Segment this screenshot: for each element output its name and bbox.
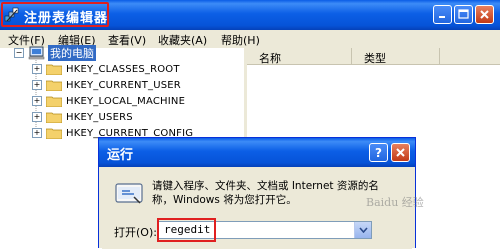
minimize-icon <box>439 16 445 18</box>
run-dialog: 运行 ? 请键入程序、文件夹、文档或 Internet 资源的名 称，Windo… <box>98 137 416 249</box>
help-button[interactable]: ? <box>369 143 388 162</box>
input-highlight-box <box>157 218 216 242</box>
tree-item-label: HKEY_USERS <box>66 111 133 123</box>
watermark: Baidu 经验 <box>366 196 424 209</box>
close-icon <box>480 10 489 19</box>
maximize-button[interactable] <box>454 5 473 24</box>
title-highlight-box <box>1 2 109 27</box>
help-icon: ? <box>375 145 382 160</box>
close-icon <box>396 148 405 157</box>
expand-icon[interactable]: + <box>32 112 42 122</box>
column-header-name[interactable]: 名称 <box>247 48 352 65</box>
dropdown-button[interactable] <box>354 222 371 238</box>
menu-favorites[interactable]: 收藏夹(A) <box>158 32 207 48</box>
run-dialog-title: 运行 <box>107 148 134 163</box>
run-description-line: 称，Windows 将为您打开它。 <box>152 194 297 206</box>
minimize-button[interactable] <box>433 5 452 24</box>
tree-item[interactable]: + HKEY_CLASSES_ROOT <box>32 61 180 77</box>
tree-item-label: HKEY_LOCAL_MACHINE <box>66 95 186 107</box>
tree-root-label: 我的电脑 <box>48 45 96 61</box>
folder-icon <box>46 64 62 75</box>
expand-icon[interactable]: + <box>32 96 42 106</box>
folder-icon <box>46 96 62 107</box>
run-description-line: 请键入程序、文件夹、文档或 Internet 资源的名 <box>152 180 379 192</box>
tree-item[interactable]: + HKEY_LOCAL_MACHINE <box>32 93 185 109</box>
folder-icon <box>46 80 62 91</box>
run-description: 请键入程序、文件夹、文档或 Internet 资源的名 称，Windows 将为… <box>152 179 402 207</box>
tree-item-label: HKEY_CLASSES_ROOT <box>66 63 180 75</box>
collapse-icon[interactable]: − <box>14 48 24 58</box>
column-header-type[interactable]: 类型 <box>352 48 440 65</box>
chevron-down-icon <box>358 227 368 233</box>
run-dialog-title-bar[interactable]: 运行 ? <box>99 138 415 167</box>
expand-icon[interactable]: + <box>32 80 42 90</box>
open-label: 打开(O): <box>114 226 157 239</box>
tree-item[interactable]: + HKEY_CURRENT_USER <box>32 77 181 93</box>
tree-item-label: HKEY_CURRENT_USER <box>66 79 181 91</box>
tree-item[interactable]: + HKEY_USERS <box>32 109 133 125</box>
tree-item-my-computer[interactable]: − 我的电脑 <box>14 45 96 61</box>
menu-help[interactable]: 帮助(H) <box>221 32 260 48</box>
run-icon <box>115 183 143 204</box>
computer-icon <box>28 46 45 60</box>
menu-view[interactable]: 查看(V) <box>108 32 146 48</box>
column-header-data[interactable] <box>440 48 500 65</box>
folder-icon <box>46 112 62 123</box>
folder-icon <box>46 128 62 139</box>
expand-icon[interactable]: + <box>32 64 42 74</box>
close-button[interactable] <box>475 5 494 24</box>
expand-icon[interactable]: + <box>32 128 42 138</box>
run-close-button[interactable] <box>391 143 410 162</box>
maximize-icon <box>458 9 469 19</box>
title-bar[interactable]: 注册表编辑器 <box>0 0 500 30</box>
